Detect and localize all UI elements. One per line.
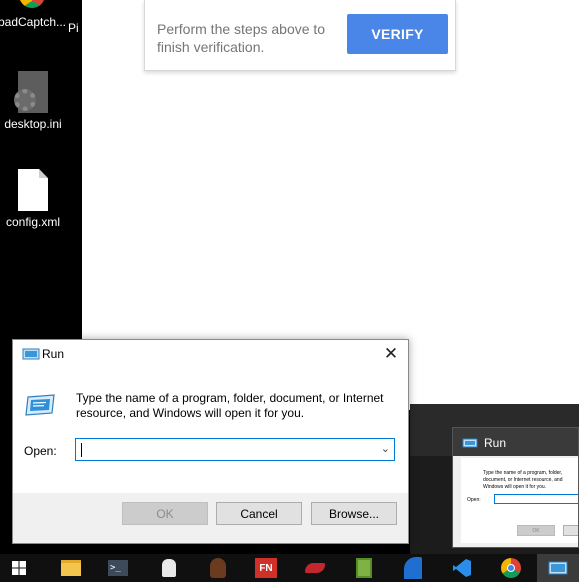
run-title: Run [42,347,65,361]
preview-cancel-button [563,525,578,536]
desktop-icon-label: badCaptch... [0,15,67,29]
captcha-verification-card: Perform the steps above to finish verifi… [144,0,456,71]
verify-button[interactable]: VERIFY [347,14,448,54]
desktop-icon-config-xml[interactable]: config.xml [0,169,73,229]
windows-logo-icon [12,561,26,575]
run-icon [22,348,40,360]
preview-open-label: Open: [467,497,481,503]
run-dialog: Run ✕ Type the name of a program, folder… [12,339,409,544]
desktop-icon-label: Pi [68,21,79,35]
settings-file-icon [14,71,48,113]
close-icon[interactable]: ✕ [374,340,408,368]
cancel-button[interactable]: Cancel [216,502,302,525]
chrome-icon [19,0,45,8]
preview-ok-button: OK [517,525,555,536]
run-window-preview[interactable]: Run Type the name of a program, folder, … [452,427,579,548]
preview-open-input [494,494,578,504]
fn-icon[interactable]: FN [253,554,279,582]
preview-titlebar: Run [453,428,578,456]
fn-badge: FN [255,558,277,578]
desktop-icon-label: config.xml [5,215,61,229]
terminal-icon[interactable]: >_ [105,554,131,582]
desktop-icon-partial[interactable]: Pi [68,21,82,35]
run-program-icon [25,394,55,416]
browse-button[interactable]: Browse... [311,502,397,525]
blue-app-icon[interactable] [400,554,426,582]
open-label: Open: [24,444,57,458]
run-description: Type the name of a program, folder, docu… [76,391,384,420]
desktop-icon-desktop-ini[interactable]: desktop.ini [0,71,73,131]
windows-start-icon[interactable] [6,554,32,582]
file-icon [18,169,48,211]
run-titlebar[interactable]: Run ✕ [13,340,408,368]
run-taskbar-button[interactable] [537,554,579,582]
preview-title: Run [484,436,507,450]
run-icon [462,438,478,448]
chrome-icon[interactable] [498,554,524,582]
taskbar: >_ FN [0,554,579,582]
vscode-icon[interactable] [449,554,475,582]
preview-description: Type the name of a program, folder, docu… [483,470,563,490]
desktop-icon-label: desktop.ini [4,117,62,131]
run-body: Type the name of a program, folder, docu… [13,368,408,493]
chef-icon[interactable] [156,554,182,582]
file-explorer-icon[interactable] [58,554,84,582]
captcha-instruction: Perform the steps above to finish verifi… [157,21,326,55]
gear-icon [14,89,36,111]
notepad-icon[interactable] [351,554,377,582]
ok-button[interactable]: OK [122,502,208,525]
run-icon [548,561,568,575]
desktop-icon-badcaptcha[interactable]: badCaptch... [0,0,72,29]
chevron-down-icon[interactable]: ⌄ [381,442,390,455]
text-caret [81,443,82,457]
vscode-logo-icon [453,559,471,577]
open-input[interactable]: ⌄ [75,438,395,461]
pepper-icon[interactable] [302,554,328,582]
character-icon[interactable] [205,554,231,582]
